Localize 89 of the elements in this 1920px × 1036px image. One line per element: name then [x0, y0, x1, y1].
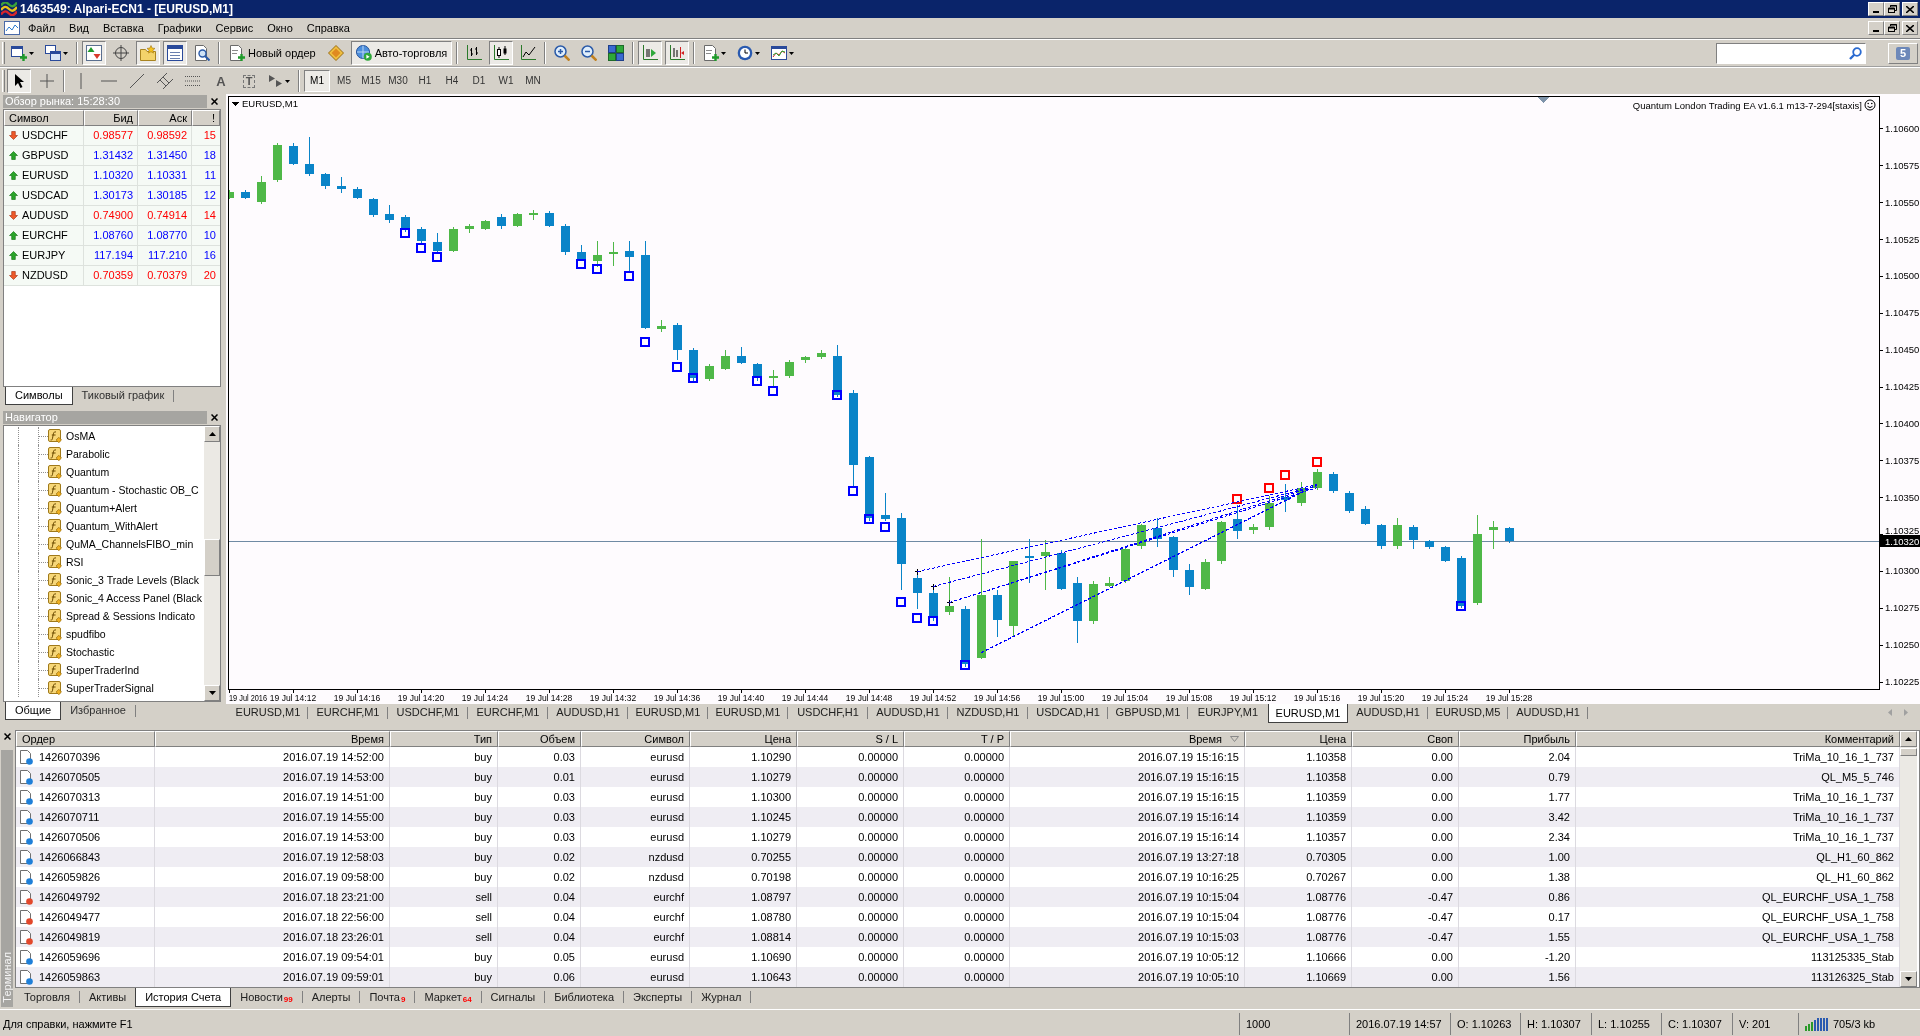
status-text: 2016.07.19 14:57: [1349, 1013, 1450, 1035]
order-number: 1426070313: [39, 791, 101, 803]
help-text: Для справки, нажмите F1: [3, 1018, 133, 1030]
chart-title: EURUSD,M1: [242, 98, 298, 109]
price-label: 1.10400: [1885, 418, 1920, 429]
symbol-name: EURJPY: [22, 250, 66, 261]
price-label: 1.10450: [1885, 344, 1920, 356]
order-number: 1426066843: [39, 851, 101, 863]
time-label: 19 Jul 14:48: [845, 693, 893, 703]
order-number: 1426049477: [39, 911, 101, 923]
status-text: L: 1.10255: [1591, 1013, 1661, 1035]
time-label: 19 Jul 14:36: [653, 693, 701, 703]
symbol-name: USDCAD: [22, 190, 69, 201]
price-label: 1.10425: [1885, 381, 1920, 393]
table-cell: 1.56: [1459, 967, 1576, 987]
time-label: 19 Jul 15:04: [1101, 693, 1149, 703]
time-label: 19 Jul 15:28: [1485, 693, 1533, 703]
time-label: 19 Jul 15:16: [1293, 693, 1341, 703]
status-text: O: 1.10263: [1450, 1013, 1520, 1035]
table-cell: 0.06: [498, 967, 581, 987]
price-label: 1.10300: [1885, 565, 1920, 577]
order-number: 1426059696: [39, 951, 101, 963]
time-label: 19 Jul 14:52: [909, 693, 957, 703]
symbol-name: EURUSD: [22, 170, 69, 181]
time-label: 19 Jul 14:16: [333, 693, 381, 703]
time-label: 19 Jul 15:20: [1357, 693, 1405, 703]
table-cell: buy: [390, 967, 498, 987]
ask-price: 0.70379: [138, 266, 192, 286]
time-label: 19 Jul 15:12: [1229, 693, 1277, 703]
spread-value: 20: [192, 266, 220, 286]
status-text: C: 1.10307: [1661, 1013, 1732, 1035]
table-cell: 1.10669: [1245, 967, 1352, 987]
status-text: V: 201: [1732, 1013, 1798, 1035]
time-label: 19 Jul 15:08: [1165, 693, 1213, 703]
symbol-name: EURCHF: [22, 230, 68, 241]
panel-title: Навигатор: [5, 412, 58, 423]
status-text: H: 1.10307: [1520, 1013, 1591, 1035]
table-cell: 0.00: [1352, 967, 1459, 987]
time-label: 19 Jul 14:20: [397, 693, 445, 703]
unread-count: 64: [462, 996, 472, 1004]
price-label: 1.10350: [1885, 491, 1920, 503]
price-label: 1.10475: [1885, 307, 1920, 319]
traffic-text: 705/3 kb: [1833, 1018, 1876, 1030]
order-number: 1426059826: [39, 871, 101, 883]
price-label: 1.10600: [1885, 122, 1920, 134]
time-label: 19 Jul 14:44: [781, 693, 829, 703]
table-cell: 0.00000: [904, 967, 1010, 987]
table-cell: 1.10643: [690, 967, 797, 987]
table-cell: 0.00000: [797, 967, 904, 987]
table-cell: 2016.07.19 09:59:01: [155, 967, 390, 987]
time-label: 19 Jul 14:56: [973, 693, 1021, 703]
time-label: 19 Jul 15:24: [1421, 693, 1469, 703]
time-label: 19 Jul 14:24: [461, 693, 509, 703]
time-label: 19 Jul 14:12: [269, 693, 317, 703]
table-cell: 2016.07.19 10:05:10: [1010, 967, 1245, 987]
time-label: 19 Jul 14:28: [525, 693, 573, 703]
price-label: 1.10550: [1885, 196, 1920, 208]
price-label: 1.10525: [1885, 233, 1920, 245]
table-cell: eurusd: [581, 967, 690, 987]
price-label: 1.10250: [1885, 639, 1920, 651]
panel-title: Обзор рынка: 15:28:30: [5, 96, 121, 107]
price-label: 1.10575: [1885, 159, 1920, 171]
unread-count: 99: [283, 996, 293, 1004]
price-label: 1.10225: [1885, 676, 1920, 688]
price-label: 1.10275: [1885, 602, 1920, 614]
order-number: 1426049792: [39, 891, 101, 903]
price-label: 1.10375: [1885, 454, 1920, 466]
symbol-name: USDCHF: [22, 130, 68, 141]
order-number: 1426070711: [39, 811, 100, 823]
expert-advisor-label: Quantum London Trading EA v1.6.1 m13-7-294[staxis]: [1632, 100, 1862, 111]
symbol-name: GBPUSD: [22, 150, 69, 161]
status-text: 1000: [1239, 1013, 1349, 1035]
symbol-name: AUDUSD: [22, 210, 69, 221]
time-label: 19 Jul 14:32: [589, 693, 637, 703]
window-title: 1463549: Alpari-ECN1 - [EURUSD,M1]: [20, 3, 233, 15]
bid-price: 0.70359: [84, 266, 138, 286]
time-label: 19 Jul 15:00: [1037, 693, 1085, 703]
terminal-label: Терминал: [1, 952, 13, 1003]
order-number: 1426070396: [39, 751, 101, 763]
order-number: 1426070505: [39, 771, 101, 783]
time-label: 19 Jul 14:40: [717, 693, 765, 703]
current-price-tag: 1.10320: [1880, 535, 1920, 547]
unread-count: 9: [401, 996, 406, 1004]
symbol-name: NZDUSD: [22, 270, 68, 281]
order-number: 1426070506: [39, 831, 101, 843]
price-label: 1.10500: [1885, 270, 1920, 282]
price-label: 1.10325: [1885, 525, 1920, 536]
order-number: 1426049819: [39, 931, 101, 943]
order-number: 1426059863: [39, 971, 101, 983]
